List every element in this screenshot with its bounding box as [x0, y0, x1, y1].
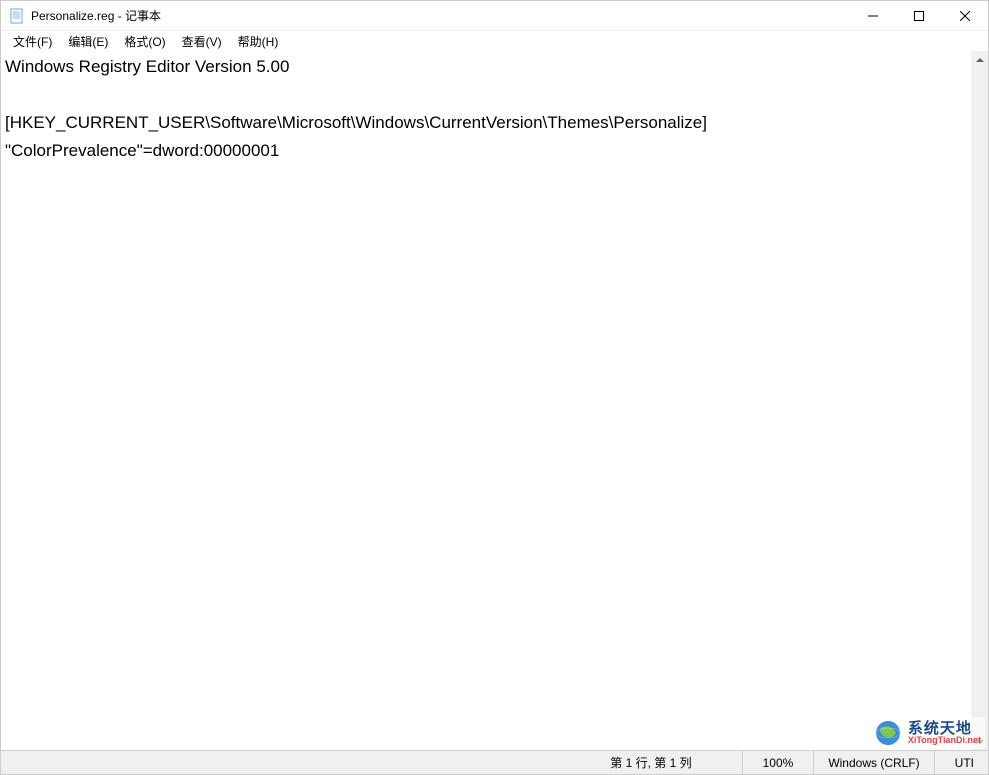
menu-help[interactable]: 帮助(H): [230, 32, 287, 51]
editor-container: Windows Registry Editor Version 5.00 [HK…: [1, 51, 988, 750]
window-controls: [850, 1, 988, 30]
watermark-sub: XiTongTianDi.net: [908, 736, 981, 745]
menubar: 文件(F) 编辑(E) 格式(O) 查看(V) 帮助(H): [1, 31, 988, 51]
status-encoding: UTI: [934, 751, 988, 774]
menu-view[interactable]: 查看(V): [174, 32, 230, 51]
menu-format[interactable]: 格式(O): [116, 32, 173, 51]
window-title: Personalize.reg - 记事本: [31, 7, 850, 24]
scroll-up-icon[interactable]: [971, 51, 988, 68]
minimize-button[interactable]: [850, 1, 896, 30]
menu-file[interactable]: 文件(F): [5, 32, 60, 51]
status-line-ending: Windows (CRLF): [813, 751, 933, 774]
vertical-scrollbar[interactable]: [971, 51, 988, 750]
watermark-text: 系统天地 XiTongTianDi.net: [908, 721, 981, 745]
close-button[interactable]: [942, 1, 988, 30]
menu-edit[interactable]: 编辑(E): [60, 32, 116, 51]
statusbar: 第 1 行, 第 1 列 100% Windows (CRLF) UTI: [1, 750, 988, 774]
status-zoom: 100%: [742, 751, 814, 774]
globe-icon: [874, 719, 902, 747]
watermark-main: 系统天地: [908, 721, 981, 736]
status-position: 第 1 行, 第 1 列: [596, 751, 741, 774]
text-editor[interactable]: Windows Registry Editor Version 5.00 [HK…: [1, 51, 971, 750]
titlebar: Personalize.reg - 记事本: [1, 1, 988, 31]
notepad-icon: [9, 8, 25, 24]
maximize-button[interactable]: [896, 1, 942, 30]
watermark: 系统天地 XiTongTianDi.net: [870, 717, 985, 749]
